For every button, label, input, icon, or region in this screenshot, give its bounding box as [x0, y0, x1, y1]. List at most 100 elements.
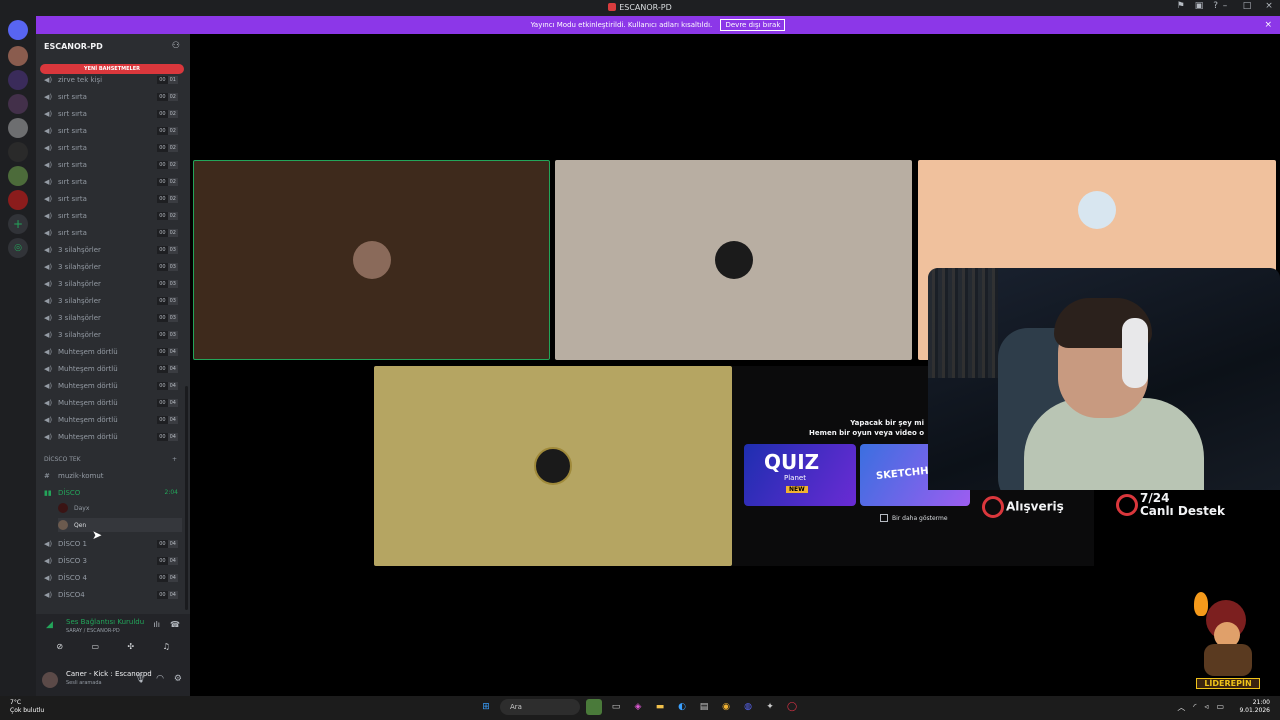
speaker-icon: ◀): [44, 212, 53, 220]
app-icon[interactable]: ✦: [762, 699, 778, 715]
user-limit-badge: 00 02: [157, 229, 178, 237]
chevron-up-icon[interactable]: ︿: [1177, 702, 1185, 713]
discord-taskbar-icon[interactable]: ◍: [740, 699, 756, 715]
server-icon[interactable]: [8, 142, 28, 162]
voice-channel[interactable]: ◀) sırt sırta 00 02: [42, 174, 182, 190]
voice-channel[interactable]: ◀) Muhteşem dörtlü 00 04: [42, 395, 182, 411]
server-icon[interactable]: [8, 46, 28, 66]
copilot-icon[interactable]: ◈: [630, 699, 646, 715]
speaker-icon: ◀): [44, 110, 53, 118]
store-icon[interactable]: ▤: [696, 699, 712, 715]
voice-channel[interactable]: ◀) sırt sırta 00 02: [42, 106, 182, 122]
minimize-button[interactable]: –: [1220, 1, 1230, 11]
voice-member[interactable]: Qen: [58, 518, 182, 532]
widget-icon[interactable]: [586, 699, 602, 715]
settings-gear-icon[interactable]: ⚙: [174, 674, 182, 684]
voice-channel[interactable]: ◀) Muhteşem dörtlü 00 04: [42, 412, 182, 428]
opera-icon[interactable]: ◯: [784, 699, 800, 715]
participant-tile[interactable]: [193, 160, 550, 360]
inbox-icon[interactable]: ▣: [1195, 1, 1204, 11]
activities-icon[interactable]: ✣: [116, 642, 146, 656]
checkbox[interactable]: [880, 514, 888, 522]
start-icon[interactable]: ⊞: [478, 699, 494, 715]
voice-channel[interactable]: ◀) 3 silahşörler 00 03: [42, 293, 182, 309]
voice-channel[interactable]: ◀) Muhteşem dörtlü 00 04: [42, 378, 182, 394]
streamer-webcam: [928, 268, 1280, 490]
voice-location: SARAY / ESCANOR-PD: [66, 628, 120, 634]
server-icon[interactable]: [8, 94, 28, 114]
battery-icon[interactable]: ▭: [1216, 702, 1224, 713]
quiz-planet-card[interactable]: QUIZ Planet NEW: [744, 444, 856, 506]
voice-status[interactable]: Ses Bağlantısı Kuruldu: [66, 618, 144, 626]
user-avatar[interactable]: [42, 672, 58, 688]
camera-off-icon[interactable]: ⊘: [45, 642, 75, 656]
microphone-icon[interactable]: 🎙: [135, 674, 146, 684]
task-view-icon[interactable]: ▭: [608, 699, 624, 715]
voice-channel[interactable]: ◀) Muhteşem dörtlü 00 04: [42, 361, 182, 377]
voice-channel[interactable]: ◀) DİSCO 3 00 04: [42, 553, 182, 569]
discover-icon[interactable]: ◎: [8, 238, 28, 258]
voice-channel[interactable]: ◀) DİSCO 4 00 04: [42, 570, 182, 586]
server-icon[interactable]: [8, 190, 28, 210]
voice-channel[interactable]: ◀) 3 silahşörler 00 03: [42, 242, 182, 258]
voice-channel[interactable]: ◀) sırt sırta 00 02: [42, 225, 182, 241]
speaker-icon: ◀): [44, 161, 53, 169]
server-icon[interactable]: [8, 166, 28, 186]
logo-text: LİDEREPİN: [1196, 678, 1260, 689]
voice-channel[interactable]: ◀) sırt sırta 00 02: [42, 208, 182, 224]
headphones-icon[interactable]: ◠: [156, 674, 164, 684]
speaker-icon: ◀): [44, 280, 53, 288]
voice-channel[interactable]: ◀) 3 silahşörler 00 03: [42, 259, 182, 275]
text-channel[interactable]: # muzik-komut: [42, 468, 182, 484]
maximize-button[interactable]: □: [1242, 1, 1252, 11]
discord-home-icon[interactable]: [8, 20, 28, 40]
help-icon[interactable]: ?: [1213, 1, 1218, 11]
disconnect-icon[interactable]: ☎: [170, 620, 180, 629]
add-member-icon[interactable]: ⚇: [172, 41, 180, 51]
weather-widget[interactable]: 7°C Çok bulutlu: [10, 699, 44, 715]
voice-channel[interactable]: ◀) 3 silahşörler 00 03: [42, 310, 182, 326]
chrome-icon[interactable]: ◉: [718, 699, 734, 715]
server-header[interactable]: ESCANOR-PD ⚇: [36, 34, 190, 58]
dont-show-again[interactable]: Bir daha gösterme: [880, 514, 948, 522]
avatar: [58, 503, 68, 513]
voice-channel[interactable]: ◀) sırt sırta 00 02: [42, 157, 182, 173]
sidebar-scrollbar[interactable]: [185, 386, 188, 610]
noise-suppression-icon[interactable]: ılı: [153, 620, 160, 629]
wifi-icon[interactable]: ◜: [1193, 702, 1196, 713]
voice-channel[interactable]: ◀) sırt sırta 00 02: [42, 191, 182, 207]
soundboard-icon[interactable]: ♫: [151, 642, 181, 656]
clock[interactable]: 21:00 9.01.2026: [1239, 699, 1270, 715]
voice-channel[interactable]: ◀) DİSCO4 00 04: [42, 587, 182, 603]
voice-channel[interactable]: ◀) Muhteşem dörtlü 00 04: [42, 429, 182, 445]
close-window-button[interactable]: ×: [1264, 1, 1274, 11]
screen-share-icon[interactable]: ▭: [80, 642, 110, 656]
voice-channel[interactable]: ◀) DİSCO 1 00 04: [42, 536, 182, 552]
signal-icon: ◢: [46, 620, 53, 630]
voice-channel[interactable]: ◀) sırt sırta 00 02: [42, 123, 182, 139]
active-voice-channel[interactable]: ▮▮ DİSCO 2:04: [42, 485, 182, 501]
disable-streamer-mode-button[interactable]: Devre dışı bırak: [720, 19, 786, 31]
participant-avatar: [1078, 191, 1116, 229]
banner-close-icon[interactable]: ×: [1264, 16, 1272, 34]
server-icon[interactable]: [8, 118, 28, 138]
speaker-icon: ◀): [44, 229, 53, 237]
participant-tile[interactable]: [555, 160, 912, 360]
taskbar-search[interactable]: Ara: [500, 699, 580, 715]
voice-channel[interactable]: ◀) Muhteşem dörtlü 00 04: [42, 344, 182, 360]
bookshelf: [928, 268, 998, 378]
voice-channel[interactable]: ◀) 3 silahşörler 00 03: [42, 327, 182, 343]
participant-tile[interactable]: [374, 366, 732, 566]
add-server-icon[interactable]: +: [8, 214, 28, 234]
volume-icon[interactable]: ◃: [1204, 702, 1208, 713]
voice-channel[interactable]: ◀) 3 silahşörler 00 03: [42, 276, 182, 292]
voice-channel[interactable]: ◀) sırt sırta 00 02: [42, 140, 182, 156]
voice-channel[interactable]: ◀) sırt sırta 00 02: [42, 89, 182, 105]
file-explorer-icon[interactable]: ▬: [652, 699, 668, 715]
edge-icon[interactable]: ◐: [674, 699, 690, 715]
category-header[interactable]: DİCSCO TEK: [44, 456, 81, 463]
server-icon[interactable]: [8, 70, 28, 90]
voice-channel[interactable]: ◀) zirve tek kişi 00 01: [42, 72, 182, 88]
pin-icon[interactable]: ⚑: [1177, 1, 1185, 11]
add-channel-icon[interactable]: +: [172, 456, 177, 463]
